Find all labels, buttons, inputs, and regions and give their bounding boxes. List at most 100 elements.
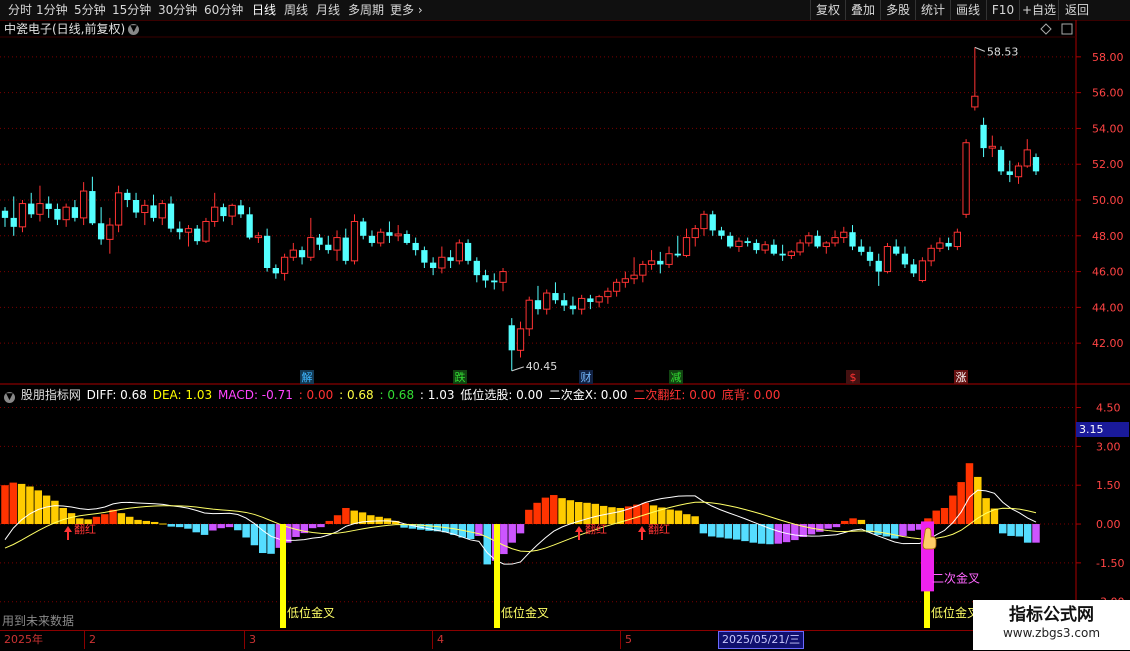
flip-red-arrow-0 — [64, 526, 72, 541]
macd-bar-118 — [982, 498, 990, 525]
candle-body-88 — [770, 244, 778, 254]
candle-body-114 — [997, 149, 1005, 172]
low-cross-label-1: 低位金叉 — [501, 605, 549, 620]
candle-body-90 — [787, 251, 796, 256]
candle-body-28 — [246, 214, 253, 238]
price-tick-label-0: 58.00 — [1092, 51, 1124, 64]
marker-5: 涨 — [956, 371, 967, 384]
candle-body-26 — [228, 204, 236, 217]
candle-body-113 — [988, 145, 996, 149]
macd-bar-113 — [940, 507, 949, 525]
candle-body-82 — [718, 230, 725, 236]
candle-body-15 — [132, 200, 140, 213]
candle-body-50 — [438, 256, 446, 269]
marker-1: 跌 — [455, 370, 466, 384]
candle-body-5 — [45, 203, 52, 209]
low-cross-label-2: 低位金叉 — [931, 605, 979, 620]
macd-bar-58 — [483, 524, 491, 565]
macd-bar-30 — [250, 524, 259, 546]
price-tick-label-2: 54.00 — [1092, 122, 1124, 135]
indicator-v1: : 0.00 — [298, 388, 334, 402]
macd-bar-38 — [317, 524, 325, 528]
macd-bar-99 — [824, 524, 832, 529]
candle-body-41 — [360, 221, 367, 236]
candle-body-99 — [866, 251, 874, 261]
candle-body-116 — [1014, 165, 1023, 178]
candle-body-24 — [211, 206, 219, 222]
candle-body-47 — [412, 242, 419, 251]
hand-cursor-icon — [922, 527, 937, 550]
high-annotation-line — [974, 46, 986, 52]
price-tick-label-1: 56.00 — [1092, 87, 1124, 100]
candle-body-95 — [831, 237, 839, 244]
low-cross-label-0: 低位金叉 — [287, 605, 335, 620]
ind-tick-label-4: -1.50 — [1096, 557, 1124, 570]
candle-body-75 — [657, 260, 664, 265]
candle-body-73 — [639, 263, 647, 276]
low-annotation-line — [511, 366, 524, 372]
current-value-box: 3.15 — [1076, 422, 1129, 437]
diamond-icon — [1040, 23, 1052, 35]
macd-bar-100 — [832, 524, 841, 528]
candle-body-8 — [71, 207, 79, 218]
candle-body-59 — [516, 328, 525, 351]
candle-body-69 — [604, 290, 612, 298]
candle-body-66 — [578, 297, 586, 310]
indicator-macd: MACD: -0.71 — [217, 388, 293, 402]
macd-bar-89 — [741, 524, 749, 542]
macd-bar-22 — [184, 524, 192, 529]
candle-body-25 — [220, 207, 227, 217]
macd-bar-32 — [267, 524, 275, 554]
indicator-chevron-icon[interactable]: ▼ — [4, 392, 15, 403]
indicator-name[interactable]: 股朋指标网 — [21, 388, 81, 402]
price-tick-label-4: 50.00 — [1092, 194, 1124, 207]
candle-body-85 — [744, 241, 751, 243]
candle-body-100 — [875, 260, 882, 272]
candle-body-110 — [962, 142, 970, 215]
candle-body-71 — [621, 278, 629, 283]
candle-body-72 — [630, 274, 638, 280]
candle-body-98 — [858, 246, 865, 252]
candle-body-106 — [927, 247, 935, 262]
flip-red-label-0: 翻红 — [74, 522, 96, 536]
macd-bar-68 — [566, 500, 575, 525]
macd-bar-41 — [342, 507, 350, 525]
macd-bar-93 — [774, 524, 782, 544]
candle-body-1 — [10, 217, 17, 227]
macd-bar-106 — [882, 524, 891, 537]
macd-bar-102 — [849, 518, 857, 525]
candle-body-23 — [202, 220, 210, 242]
macd-bar-0 — [1, 485, 9, 525]
flip-red-arrow-2 — [638, 526, 646, 541]
macd-bar-85 — [707, 524, 716, 537]
candle-body-84 — [735, 240, 743, 248]
candle-body-57 — [499, 271, 507, 283]
macd-bar-78 — [649, 505, 658, 525]
macd-bar-116 — [965, 463, 974, 525]
marker-2: 财 — [581, 370, 592, 384]
macd-bar-84 — [699, 524, 708, 534]
macd-bar-82 — [683, 514, 691, 525]
candle-body-51 — [447, 257, 454, 261]
macd-bar-108 — [899, 524, 907, 536]
candle-body-27 — [237, 205, 245, 215]
candle-body-38 — [333, 237, 341, 251]
macd-bar-19 — [159, 523, 167, 525]
candle-body-62 — [543, 292, 551, 310]
candle-body-101 — [883, 246, 892, 273]
candle-body-0 — [1, 210, 9, 218]
macd-bar-122 — [1015, 524, 1024, 537]
candle-body-53 — [464, 242, 472, 261]
candle-body-34 — [298, 250, 306, 258]
candle-body-32 — [280, 256, 289, 274]
macd-bar-5 — [42, 495, 51, 525]
macd-bar-28 — [234, 524, 242, 531]
macd-bar-123 — [1023, 524, 1032, 543]
indicator-second-red: 二次翻红: 0.00 — [633, 388, 716, 402]
macd-bar-12 — [101, 514, 109, 525]
second-cross-label: 二次金叉 — [932, 570, 980, 585]
ind-tick-label-2: 1.50 — [1096, 479, 1121, 492]
macd-bar-14 — [117, 513, 126, 525]
ind-tick-label-3: 0.00 — [1096, 518, 1121, 531]
candle-body-33 — [289, 249, 297, 258]
